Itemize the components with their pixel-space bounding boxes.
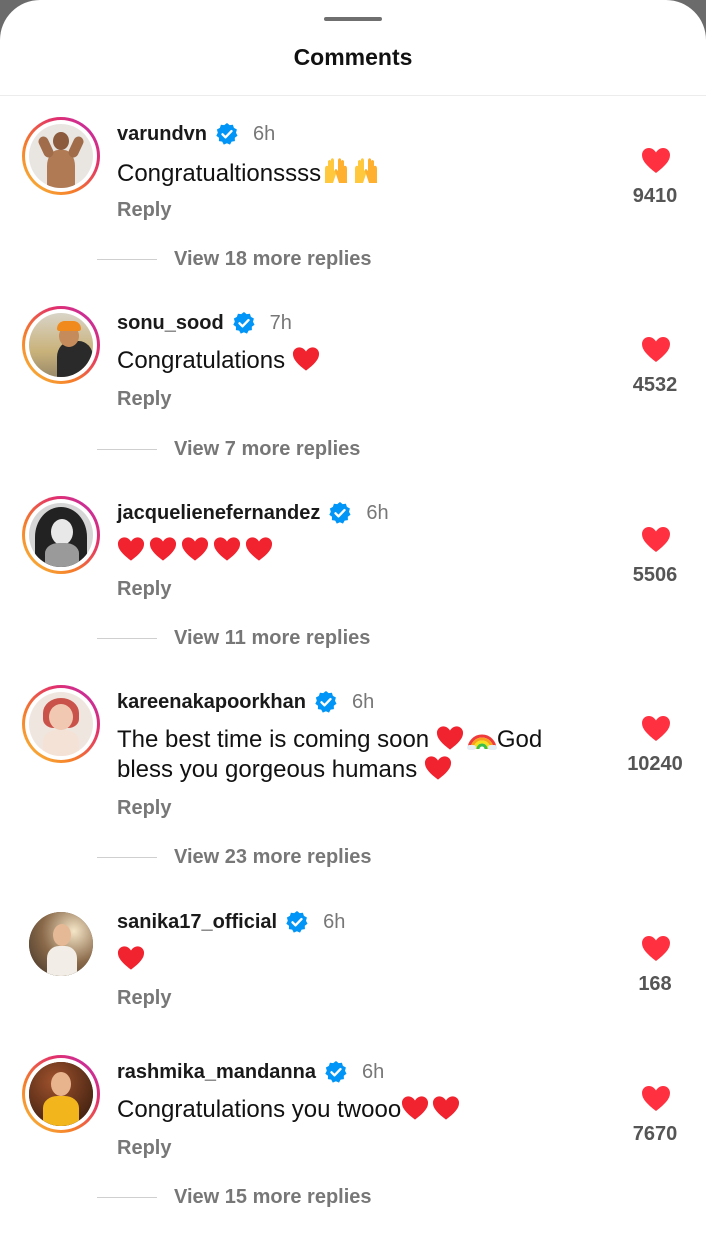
replies-divider bbox=[97, 449, 157, 450]
view-replies-button[interactable]: View 15 more replies bbox=[174, 1186, 372, 1209]
heart-icon[interactable] bbox=[641, 715, 671, 742]
comment-text: The best time is coming soon God bless yo… bbox=[117, 726, 543, 783]
username[interactable]: rashmika_mandanna bbox=[117, 1061, 316, 1084]
replies-divider bbox=[97, 259, 157, 260]
comment-text: Congratulations bbox=[117, 346, 597, 376]
verified-badge-icon bbox=[329, 502, 351, 524]
like-count: 10240 bbox=[627, 753, 683, 775]
sheet-title: Comments bbox=[293, 44, 413, 70]
red-heart-icon bbox=[117, 946, 145, 970]
red-heart-icon bbox=[149, 537, 177, 561]
comment-text bbox=[117, 536, 597, 566]
comment-text: Congratulations you twooo bbox=[117, 1095, 597, 1125]
username[interactable]: kareenakapoorkhan bbox=[117, 691, 306, 714]
username[interactable]: sonu_sood bbox=[117, 312, 224, 335]
comment-time: 6h bbox=[351, 690, 375, 713]
like-count: 7670 bbox=[632, 1123, 678, 1145]
red-heart-icon bbox=[213, 537, 241, 561]
view-replies-button[interactable]: View 7 more replies bbox=[174, 438, 360, 461]
drag-handle[interactable] bbox=[324, 17, 382, 21]
like-count: 4532 bbox=[632, 374, 678, 396]
view-replies-button[interactable]: View 18 more replies bbox=[174, 248, 372, 271]
header-divider bbox=[0, 95, 706, 96]
username[interactable]: jacquelienefernandez bbox=[117, 502, 320, 525]
red-heart-icon bbox=[181, 537, 209, 561]
verified-badge-icon bbox=[325, 1061, 347, 1083]
view-replies-button[interactable]: View 23 more replies bbox=[174, 846, 372, 869]
replies-divider bbox=[97, 857, 157, 858]
verified-badge-icon bbox=[286, 911, 308, 933]
heart-icon[interactable] bbox=[641, 336, 671, 363]
like-count: 9410 bbox=[632, 185, 678, 207]
avatar[interactable] bbox=[22, 306, 100, 384]
avatar[interactable] bbox=[22, 905, 100, 983]
red-heart-icon bbox=[433, 1096, 460, 1120]
comment-time: 6h bbox=[361, 1060, 385, 1083]
username[interactable]: sanika17_official bbox=[117, 911, 277, 934]
reply-button[interactable]: Reply bbox=[117, 987, 171, 1010]
heart-icon[interactable] bbox=[641, 1085, 671, 1112]
comment-text bbox=[117, 945, 597, 975]
heart-icon[interactable] bbox=[641, 935, 671, 962]
avatar[interactable] bbox=[22, 1055, 100, 1133]
verified-badge-icon bbox=[216, 123, 238, 145]
verified-badge-icon bbox=[232, 312, 255, 334]
view-replies-button[interactable]: View 11 more replies bbox=[174, 627, 370, 650]
red-heart-icon bbox=[436, 726, 463, 750]
red-heart-icon bbox=[424, 756, 451, 780]
avatar[interactable] bbox=[22, 117, 100, 195]
raised-hands-icon bbox=[325, 158, 348, 183]
like-count: 5506 bbox=[632, 564, 678, 586]
red-heart-icon bbox=[402, 1096, 429, 1120]
comment-text: Congratualtionssss bbox=[117, 157, 597, 189]
replies-divider bbox=[97, 1197, 157, 1198]
replies-divider bbox=[97, 638, 157, 639]
reply-button[interactable]: Reply bbox=[117, 388, 171, 411]
comment-time: 7h bbox=[269, 311, 292, 334]
reply-button[interactable]: Reply bbox=[117, 797, 171, 820]
red-heart-icon bbox=[292, 347, 319, 371]
comment-time: 6h bbox=[323, 910, 346, 933]
rainbow-icon bbox=[466, 734, 497, 750]
verified-badge-icon bbox=[315, 691, 337, 713]
red-heart-icon bbox=[245, 537, 273, 561]
comment-time: 6h bbox=[253, 122, 276, 145]
heart-icon[interactable] bbox=[641, 526, 671, 553]
avatar[interactable] bbox=[22, 685, 100, 763]
username[interactable]: varundvn bbox=[117, 123, 207, 146]
reply-button[interactable]: Reply bbox=[117, 578, 171, 601]
reply-button[interactable]: Reply bbox=[117, 199, 171, 222]
heart-icon[interactable] bbox=[641, 147, 671, 174]
raised-hands-icon bbox=[355, 158, 378, 183]
red-heart-icon bbox=[117, 537, 145, 561]
like-count: 168 bbox=[638, 973, 672, 995]
comments-sheet: Comments varundvn 6h Congratualtionssss … bbox=[0, 0, 706, 1244]
avatar[interactable] bbox=[22, 496, 100, 574]
reply-button[interactable]: Reply bbox=[117, 1137, 171, 1160]
comment-time: 6h bbox=[366, 501, 389, 524]
